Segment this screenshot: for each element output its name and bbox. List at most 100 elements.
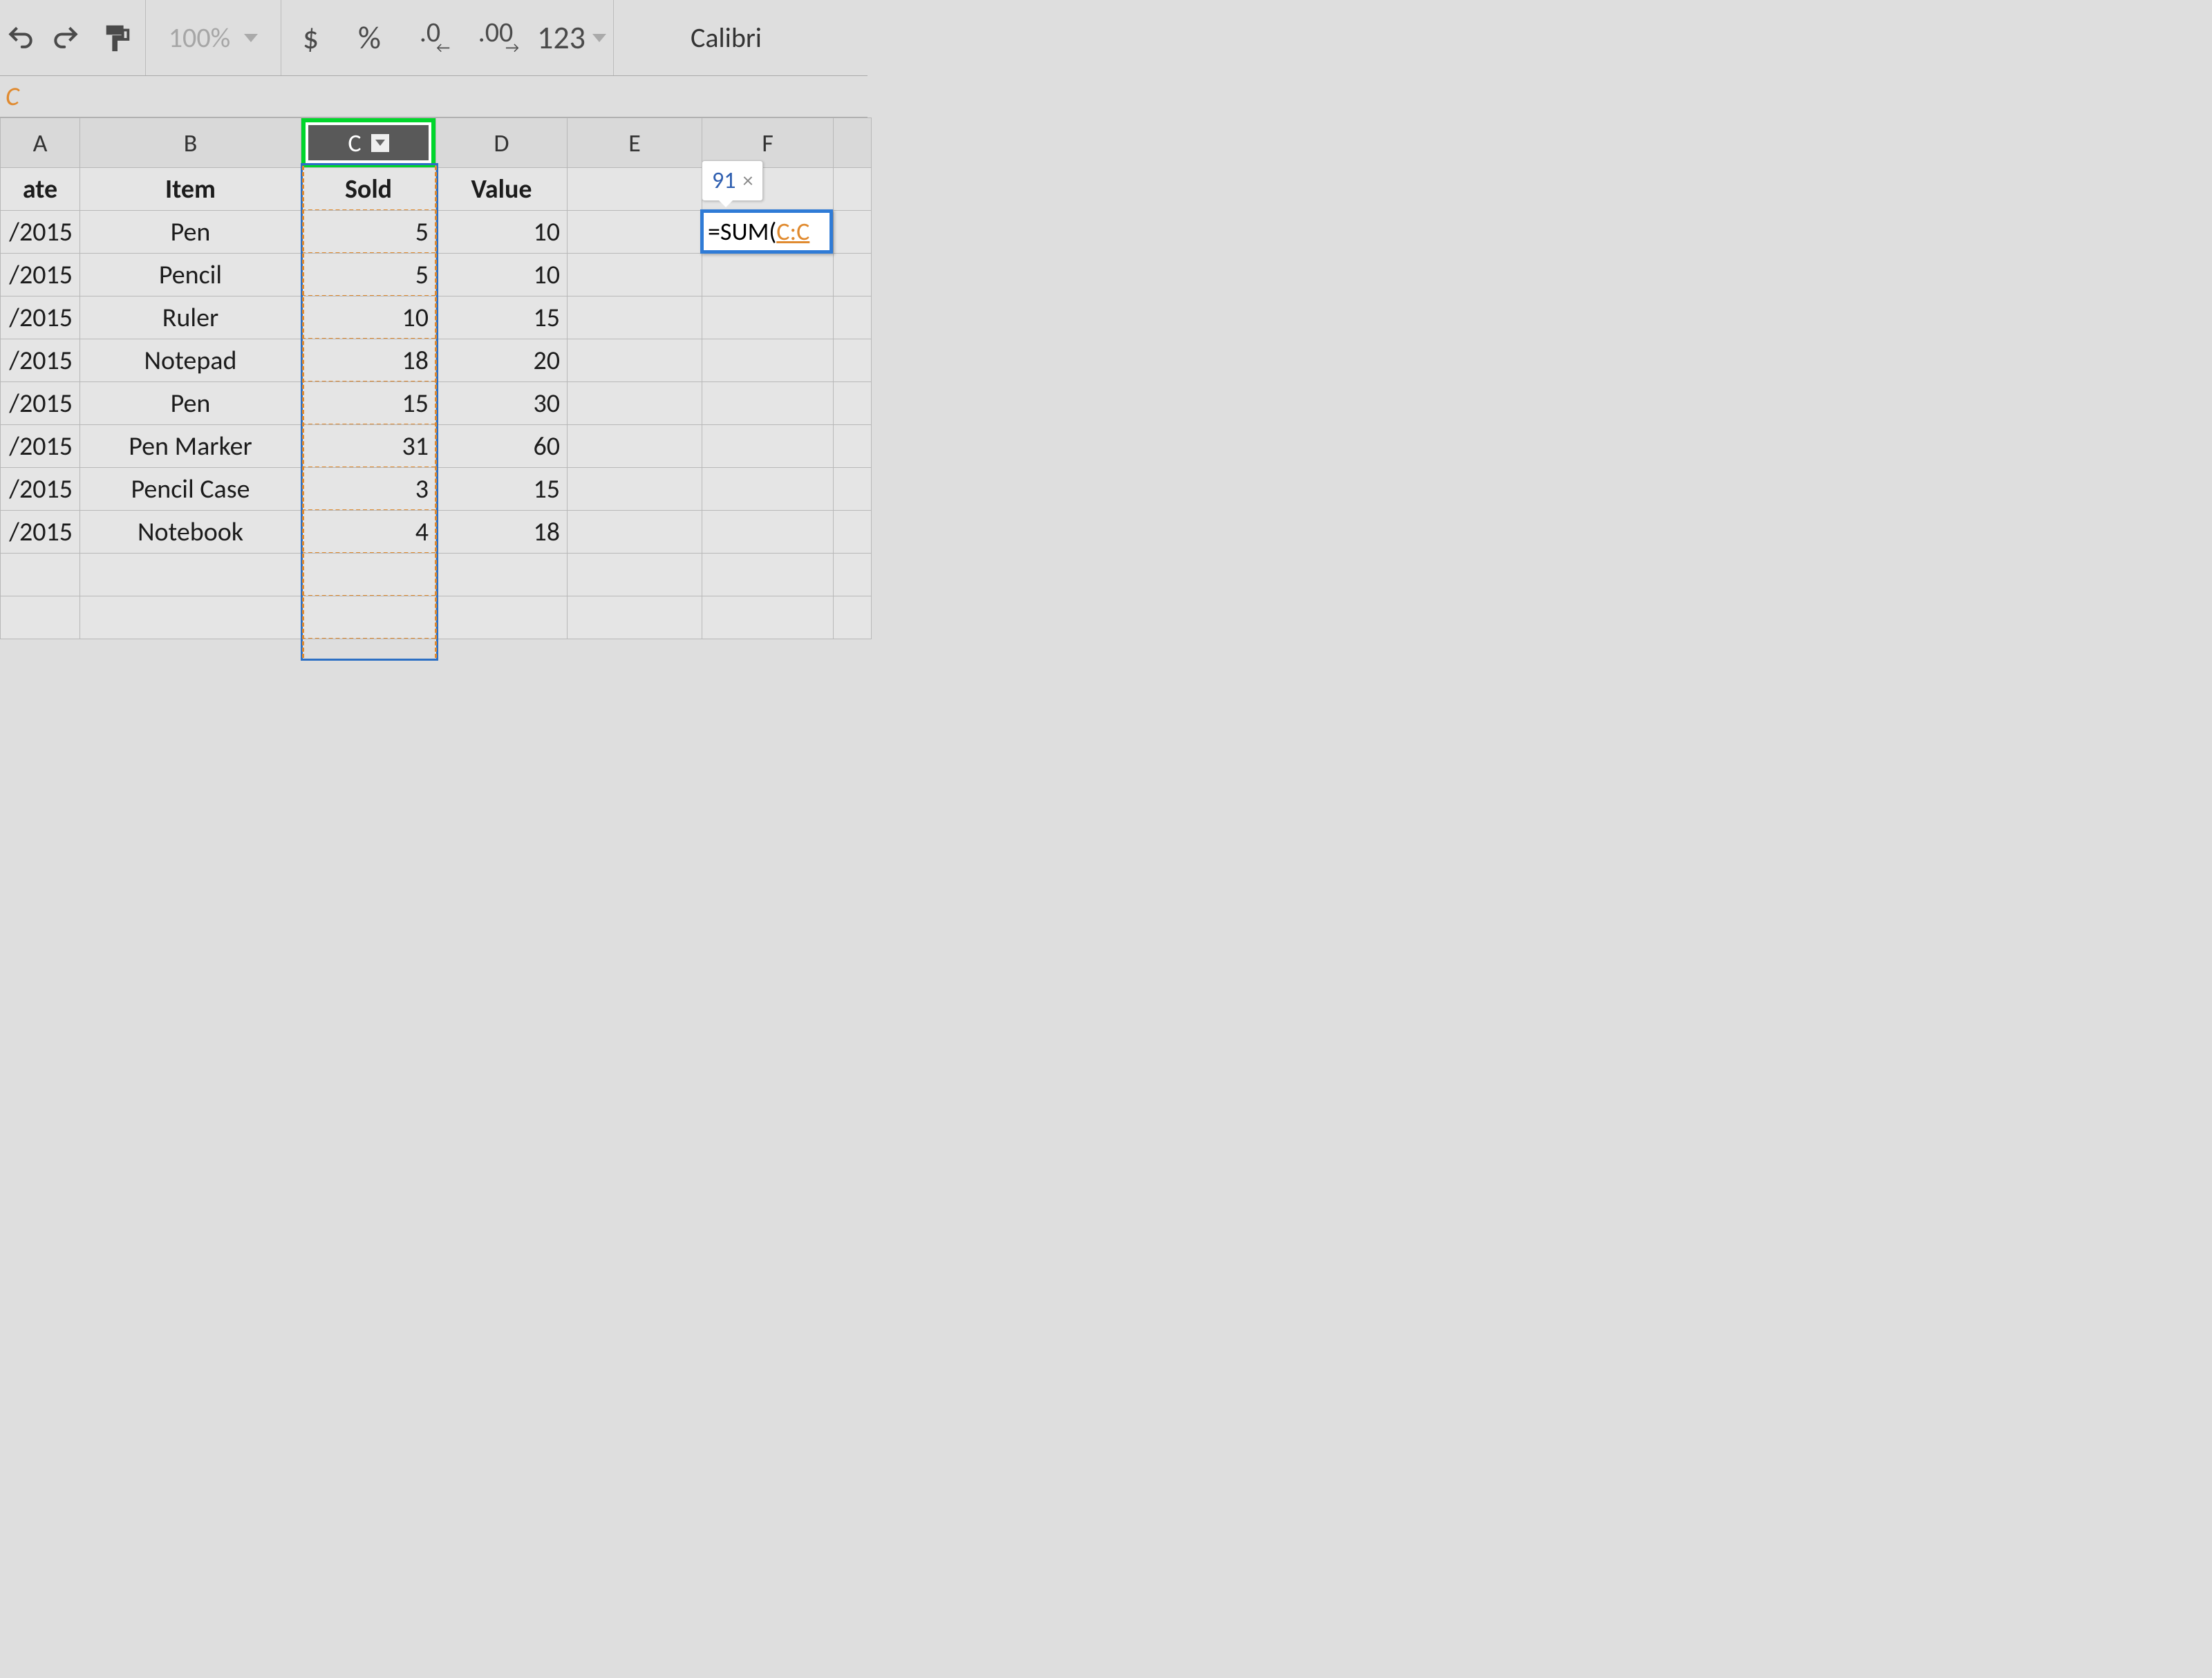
cell[interactable]: [834, 382, 872, 425]
cell[interactable]: 3: [301, 468, 436, 511]
cell[interactable]: Value: [436, 168, 568, 211]
cell[interactable]: /2015: [1, 296, 80, 339]
cell[interactable]: [702, 339, 834, 382]
cell[interactable]: ate: [1, 168, 80, 211]
cell[interactable]: [568, 296, 702, 339]
cell[interactable]: [702, 425, 834, 468]
cell[interactable]: [834, 596, 872, 639]
cell[interactable]: [834, 254, 872, 296]
cell[interactable]: [568, 511, 702, 554]
table-row: /2015 Notebook 4 18: [1, 511, 872, 554]
cell[interactable]: Notebook: [80, 511, 301, 554]
cell[interactable]: [702, 296, 834, 339]
cell[interactable]: 18: [436, 511, 568, 554]
zoom-value: 100%: [169, 21, 230, 55]
cell[interactable]: /2015: [1, 382, 80, 425]
col-header-A[interactable]: A: [1, 118, 80, 168]
cell[interactable]: /2015: [1, 511, 80, 554]
chevron-down-icon: [592, 34, 606, 42]
cell[interactable]: [568, 425, 702, 468]
column-menu-icon[interactable]: [371, 134, 389, 152]
cell[interactable]: Item: [80, 168, 301, 211]
cell[interactable]: [568, 554, 702, 596]
cell[interactable]: [834, 211, 872, 254]
cell[interactable]: Ruler: [80, 296, 301, 339]
cell[interactable]: Pencil Case: [80, 468, 301, 511]
undo-button[interactable]: [0, 0, 41, 75]
cell[interactable]: [834, 554, 872, 596]
cell[interactable]: [834, 296, 872, 339]
cell[interactable]: Notepad: [80, 339, 301, 382]
cell[interactable]: [568, 211, 702, 254]
cell[interactable]: [436, 596, 568, 639]
cell[interactable]: Pen Marker: [80, 425, 301, 468]
cell[interactable]: [1, 596, 80, 639]
font-family-dropdown[interactable]: Calibri: [614, 0, 811, 75]
cell[interactable]: 5: [301, 211, 436, 254]
cell[interactable]: Pencil: [80, 254, 301, 296]
cell[interactable]: 18: [301, 339, 436, 382]
cell[interactable]: [834, 425, 872, 468]
col-header-blank[interactable]: [834, 118, 872, 168]
cell[interactable]: [702, 468, 834, 511]
cell[interactable]: [301, 554, 436, 596]
cell[interactable]: 10: [301, 296, 436, 339]
zoom-dropdown[interactable]: 100%: [146, 0, 281, 75]
close-icon[interactable]: ×: [742, 168, 753, 194]
cell[interactable]: /2015: [1, 211, 80, 254]
active-formula-cell[interactable]: =SUM(C:C: [700, 209, 833, 254]
cell[interactable]: 15: [436, 468, 568, 511]
cell[interactable]: [568, 168, 702, 211]
cell[interactable]: [568, 468, 702, 511]
table-row: /2015 Pencil 5 10: [1, 254, 872, 296]
currency-button[interactable]: $: [281, 0, 340, 75]
cell[interactable]: [702, 511, 834, 554]
cell[interactable]: Sold: [301, 168, 436, 211]
table-row: /2015 Ruler 10 15: [1, 296, 872, 339]
number-format-dropdown[interactable]: 123: [530, 0, 613, 75]
cell[interactable]: /2015: [1, 339, 80, 382]
cell[interactable]: 20: [436, 339, 568, 382]
cell[interactable]: 15: [301, 382, 436, 425]
cell[interactable]: [568, 382, 702, 425]
cell[interactable]: [834, 339, 872, 382]
cell[interactable]: 10: [436, 254, 568, 296]
cell[interactable]: [834, 468, 872, 511]
col-header-C[interactable]: C: [301, 118, 436, 168]
cell[interactable]: [1, 554, 80, 596]
cell[interactable]: Pen: [80, 211, 301, 254]
paint-format-button[interactable]: [90, 0, 145, 75]
cell[interactable]: [436, 554, 568, 596]
col-header-D[interactable]: D: [436, 118, 568, 168]
cell[interactable]: 30: [436, 382, 568, 425]
cell[interactable]: [834, 511, 872, 554]
cell[interactable]: [80, 554, 301, 596]
redo-button[interactable]: [41, 0, 90, 75]
col-header-E[interactable]: E: [568, 118, 702, 168]
increase-decimal-button[interactable]: .00 →: [461, 0, 530, 75]
cell[interactable]: /2015: [1, 468, 80, 511]
cell[interactable]: [568, 596, 702, 639]
cell[interactable]: [568, 254, 702, 296]
name-box[interactable]: C: [0, 76, 868, 117]
cell[interactable]: [702, 596, 834, 639]
cell[interactable]: /2015: [1, 254, 80, 296]
cell[interactable]: 10: [436, 211, 568, 254]
cell[interactable]: 15: [436, 296, 568, 339]
cell[interactable]: 31: [301, 425, 436, 468]
col-header-B[interactable]: B: [80, 118, 301, 168]
cell[interactable]: [301, 596, 436, 639]
percent-button[interactable]: %: [340, 0, 399, 75]
cell[interactable]: [702, 554, 834, 596]
cell[interactable]: Pen: [80, 382, 301, 425]
cell[interactable]: [568, 339, 702, 382]
cell[interactable]: [702, 254, 834, 296]
cell[interactable]: 5: [301, 254, 436, 296]
cell[interactable]: [80, 596, 301, 639]
cell[interactable]: 60: [436, 425, 568, 468]
decrease-decimal-button[interactable]: .0 ←: [399, 0, 461, 75]
cell[interactable]: /2015: [1, 425, 80, 468]
cell[interactable]: [834, 168, 872, 211]
cell[interactable]: [702, 382, 834, 425]
cell[interactable]: 4: [301, 511, 436, 554]
